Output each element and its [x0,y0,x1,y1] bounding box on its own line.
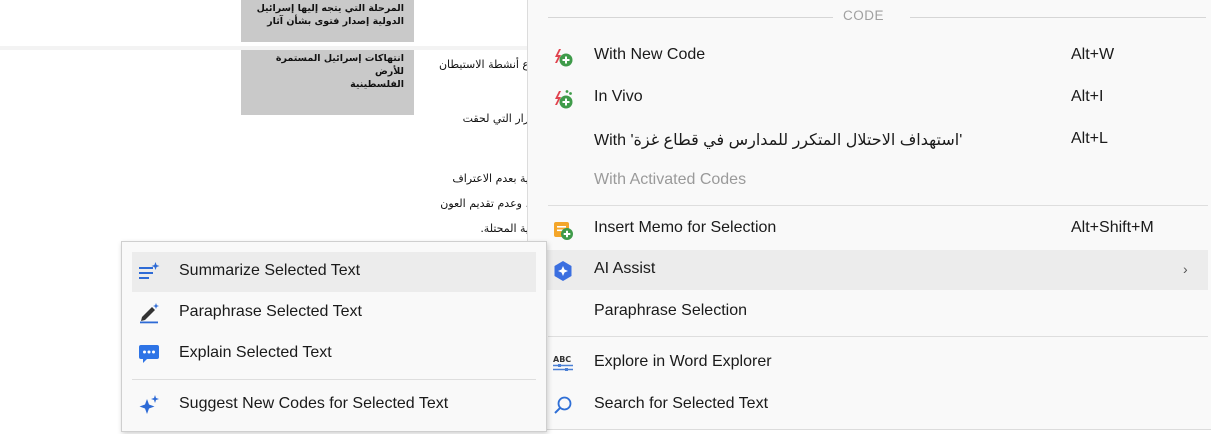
comment-box-2: انتهاكات إسرائيل المستمرة للأرض الفلسطين… [241,50,414,115]
document-text-line: ع أنشطة الاستيطان [438,58,529,71]
menu-separator [548,205,1208,206]
menu-item-label: With Activated Codes [594,171,747,188]
submenu-item-explain[interactable]: Explain Selected Text [132,334,536,374]
header-line-left [548,17,833,18]
menu-item-shortcut: Alt+L [1071,130,1108,147]
word-explorer-icon: ABC [552,353,574,375]
menu-item-insert-memo[interactable]: Insert Memo for Selection Alt+Shift+M [528,209,1208,249]
document-text-line: ، وعدم تقديم العون [440,197,529,210]
menu-item-search-selected-text[interactable]: Search for Selected Text [528,385,1208,425]
document-text-line: ية بعدم الاعتراف [452,172,529,185]
comment-box-2-line-2: الفلسطينية [350,79,404,90]
submenu-item-paraphrase[interactable]: Paraphrase Selected Text [132,293,536,333]
comment-box-1-line-2: الدولية إصدار فتوى بشأن آثار [267,16,404,27]
submenu-item-label: Suggest New Codes for Selected Text [179,395,449,412]
context-menu: CODE With New Code Alt+W In Vivo Alt+I W… [527,0,1211,430]
code-section-header: CODE [528,5,1211,29]
menu-item-label: Insert Memo for Selection [594,219,777,236]
menu-item-ai-assist[interactable]: AI Assist › [528,250,1208,290]
comment-box-1: المرحلة التي يتجه إليها إسرائيل الدولية … [241,0,414,42]
summarize-icon [138,261,160,283]
document-text-line: ية المحتلة. [480,222,529,235]
comment-box-1-line-1: المرحلة التي يتجه إليها إسرائيل [256,3,404,14]
menu-item-label: AI Assist [594,260,656,277]
ai-assist-submenu: Summarize Selected Text Paraphrase Selec… [121,241,547,432]
chevron-right-icon: › [1183,261,1188,277]
in-vivo-icon [552,88,574,110]
menu-item-with-last-code[interactable]: With 'استهداف الاحتلال المتكرر للمدارس ف… [528,120,1208,160]
sparkle-icon [138,394,160,416]
submenu-separator [132,379,536,380]
search-icon [552,395,574,417]
submenu-item-summarize[interactable]: Summarize Selected Text [132,252,536,292]
menu-item-label: In Vivo [594,88,643,105]
submenu-item-label: Paraphrase Selected Text [179,303,362,320]
menu-separator [548,336,1208,337]
menu-item-label: With 'استهداف الاحتلال المتكرر للمدارس ف… [594,132,963,149]
code-section-title: CODE [843,8,885,23]
header-line-right [910,17,1206,18]
menu-item-label: Explore in Word Explorer [594,353,772,370]
document-text-line: رار التي لحقت [462,112,529,125]
memo-icon [552,219,574,241]
menu-item-in-vivo[interactable]: In Vivo Alt+I [528,78,1208,118]
paraphrase-icon [138,302,160,324]
menu-item-with-new-code[interactable]: With New Code Alt+W [528,36,1208,76]
menu-item-explore-word-explorer[interactable]: ABC Explore in Word Explorer [528,343,1208,383]
menu-item-paraphrase-selection[interactable]: Paraphrase Selection [528,292,1208,332]
menu-item-with-activated-codes: With Activated Codes [528,161,1208,201]
submenu-item-label: Summarize Selected Text [179,262,361,279]
menu-item-label: With New Code [594,46,706,63]
menu-item-label: Search for Selected Text [594,395,769,412]
explain-icon [138,343,160,365]
menu-item-shortcut: Alt+Shift+M [1071,219,1154,236]
submenu-item-label: Explain Selected Text [179,344,332,361]
new-code-icon [552,46,574,68]
svg-text:ABC: ABC [553,355,571,364]
menu-item-shortcut: Alt+W [1071,46,1115,63]
menu-item-shortcut: Alt+I [1071,88,1104,105]
comment-box-2-line-1: انتهاكات إسرائيل المستمرة للأرض [275,53,404,77]
menu-item-label: Paraphrase Selection [594,302,747,319]
ai-assist-icon [552,260,574,282]
submenu-item-suggest-codes[interactable]: Suggest New Codes for Selected Text [132,385,536,425]
